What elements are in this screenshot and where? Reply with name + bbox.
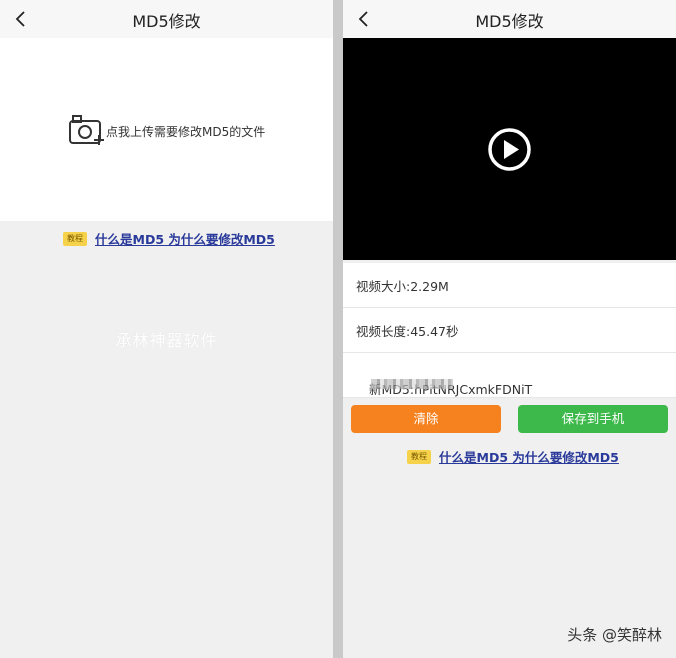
save-to-phone-button[interactable]: 保存到手机: [518, 405, 668, 433]
play-icon[interactable]: [487, 127, 532, 172]
video-size-row: 视频大小:2.29M: [343, 263, 676, 308]
tutorial-row: 教程 什么是MD5 为什么要修改MD5: [407, 446, 619, 466]
tutorial-link[interactable]: 什么是MD5 为什么要修改MD5: [439, 447, 619, 466]
video-player[interactable]: [343, 38, 676, 260]
credit-watermark: 头条 @笑醉林: [567, 626, 662, 644]
header: MD5修改: [343, 0, 676, 38]
video-size: 视频大小:2.29M: [356, 279, 449, 294]
clear-button[interactable]: 清除: [351, 405, 501, 433]
tutorial-link[interactable]: 什么是MD5 为什么要修改MD5: [95, 229, 275, 248]
page-title: MD5修改: [132, 12, 201, 31]
tutorial-tag: 教程: [407, 449, 431, 464]
tutorial-row: 教程 什么是MD5 为什么要修改MD5: [63, 228, 275, 248]
tutorial-tag: 教程: [63, 231, 87, 246]
blurred-md5: [371, 379, 453, 389]
camera-plus-icon[interactable]: [68, 113, 106, 147]
page-title: MD5修改: [475, 12, 544, 31]
video-length: 视频长度:45.47秒: [356, 324, 459, 339]
right-screen: MD5修改 视频大小:2.29M 视频长度:45.47秒 新MD5:hPitNR…: [343, 0, 676, 658]
header: MD5修改: [0, 0, 333, 38]
new-md5-row: 新MD5:hPitNRJCxmkFDNiT: [343, 353, 676, 398]
upload-prompt[interactable]: 点我上传需要修改MD5的文件: [106, 123, 265, 140]
video-length-row: 视频长度:45.47秒: [343, 308, 676, 353]
watermark-text: 承林神器软件: [115, 331, 218, 350]
left-screen: MD5修改 点我上传需要修改MD5的文件 教程 什么是MD5 为什么要修改MD5 …: [0, 0, 333, 658]
